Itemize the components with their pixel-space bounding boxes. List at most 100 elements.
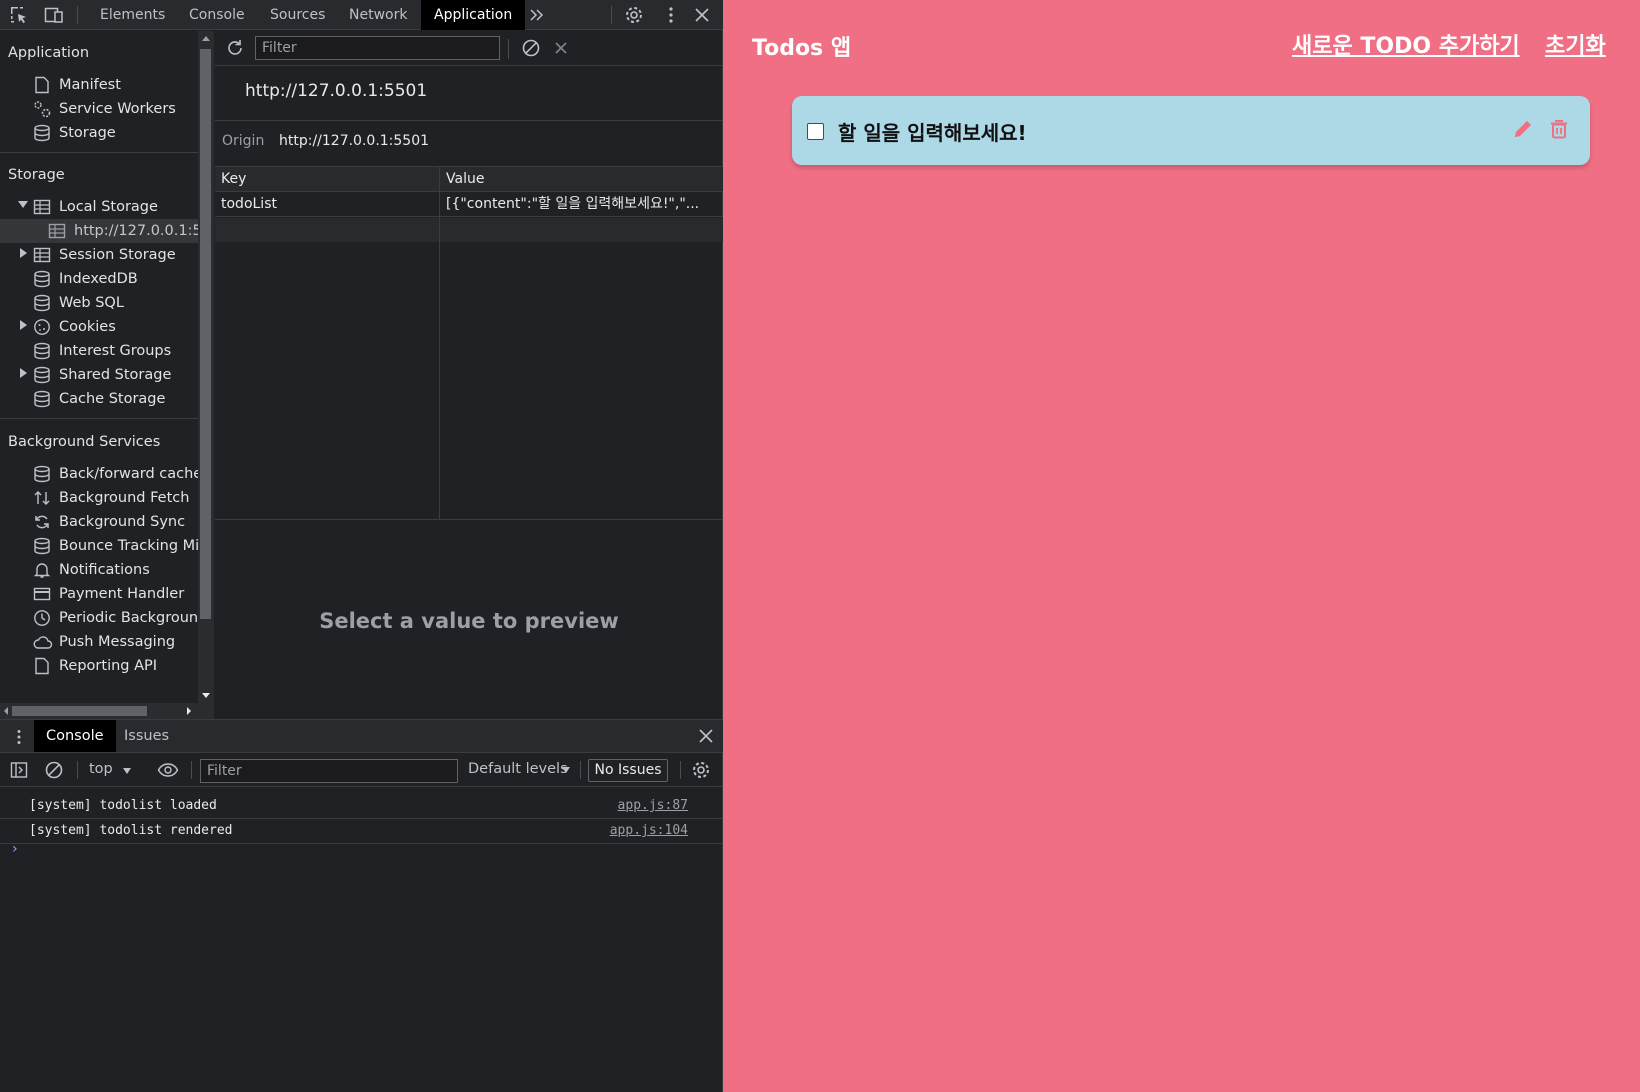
device-toolbar-icon[interactable] [44, 5, 64, 25]
sidebar-item-label: Session Storage [59, 247, 176, 263]
sidebar-item-label: IndexedDB [59, 271, 138, 287]
more-tabs-chevron-icon[interactable] [527, 5, 547, 25]
origin-value: http://127.0.0.1:5501 [279, 133, 430, 149]
scroll-right-arrow-icon[interactable] [187, 707, 191, 715]
console-settings-gear-icon[interactable] [691, 760, 711, 784]
devtools-tabbar: Elements Console Sources Network Applica… [0, 0, 723, 30]
sidebar-item-label: Storage [59, 125, 116, 141]
sidebar-item-label: Reporting API [59, 658, 158, 674]
tab-console[interactable]: Console [176, 0, 258, 30]
database-icon [34, 465, 50, 483]
tab-sources[interactable]: Sources [257, 0, 338, 30]
clear-all-icon[interactable] [521, 38, 541, 62]
divider [508, 39, 509, 59]
sidebar-header-storage: Storage [8, 167, 65, 183]
context-selector[interactable]: top [89, 761, 113, 777]
sync-icon [35, 515, 49, 529]
origin-title: http://127.0.0.1:5501 [245, 81, 428, 101]
drawer-tabbar: Console Issues [0, 719, 723, 753]
console-log-entry: [system] todolist loaded app.js:87 [0, 794, 723, 819]
collapsed-arrow-icon[interactable] [20, 248, 27, 258]
dropdown-caret-icon[interactable] [123, 768, 131, 774]
divider [77, 761, 78, 779]
collapsed-arrow-icon[interactable] [20, 368, 27, 378]
delete-selected-icon[interactable] [553, 40, 569, 60]
reset-link[interactable]: 초기화 [1545, 28, 1606, 60]
clock-icon [34, 610, 50, 626]
sidebar-header-background-services: Background Services [8, 434, 161, 450]
storage-main-view: Filter http://127.0.0.1:5501 Origin http… [215, 31, 723, 719]
inspect-element-icon[interactable] [9, 5, 29, 25]
sidebar-item-label: Background Fetch [59, 490, 190, 506]
todo-checkbox[interactable] [807, 123, 824, 140]
database-icon [34, 124, 50, 142]
log-levels-dropdown[interactable]: Default levels [468, 761, 568, 777]
sidebar-vertical-scrollbar[interactable] [198, 31, 214, 719]
database-icon [34, 537, 50, 555]
sidebar-item-label: Background Sync [59, 514, 186, 530]
live-expression-eye-icon[interactable] [157, 761, 179, 783]
database-icon [34, 342, 50, 360]
tab-network[interactable]: Network [336, 0, 420, 30]
collapsed-arrow-icon[interactable] [20, 320, 27, 330]
column-header-value[interactable]: Value [446, 167, 484, 192]
drawer-tab-console[interactable]: Console [34, 720, 116, 752]
refresh-icon[interactable] [225, 38, 245, 62]
sidebar-item-label: Web SQL [59, 295, 124, 311]
cookie-icon [34, 319, 50, 335]
divider [680, 761, 681, 779]
console-filter-input[interactable]: Filter [200, 759, 458, 783]
close-devtools-icon[interactable] [692, 5, 712, 25]
log-message: [system] todolist loaded [29, 798, 217, 813]
show-sidebar-icon[interactable] [10, 761, 28, 783]
log-source-link[interactable]: app.js:104 [610, 823, 688, 838]
sidebar-divider [0, 152, 198, 153]
table-icon [48, 223, 66, 239]
origin-row: Origin http://127.0.0.1:5501 [215, 120, 723, 165]
bell-icon [33, 563, 51, 578]
table-row[interactable]: todoList [{"content":"할 일을 입력해보세요!","... [215, 192, 723, 217]
scroll-down-arrow-icon[interactable] [202, 693, 210, 698]
sidebar-item-label: Back/forward cache [59, 466, 198, 482]
sidebar-item-label: Periodic Background [59, 610, 198, 626]
close-drawer-icon[interactable] [698, 728, 714, 748]
console-prompt[interactable]: › [12, 841, 18, 857]
scroll-left-arrow-icon[interactable] [4, 707, 8, 715]
column-header-key[interactable]: Key [221, 167, 246, 192]
sidebar-item-label: Notifications [59, 562, 150, 578]
table-row-empty[interactable] [215, 218, 723, 242]
sidebar-horizontal-scrollbar[interactable] [0, 703, 198, 719]
cloud-icon [33, 636, 53, 649]
origin-label: Origin [222, 133, 265, 149]
divider [77, 6, 78, 24]
storage-filter-input[interactable]: Filter [255, 36, 500, 60]
settings-gear-icon[interactable] [624, 5, 644, 25]
drawer-tab-issues[interactable]: Issues [112, 720, 181, 752]
divider [580, 761, 581, 779]
tab-elements[interactable]: Elements [87, 0, 178, 30]
more-options-kebab-icon[interactable] [661, 5, 681, 25]
dropdown-caret-icon[interactable] [562, 767, 570, 773]
console-toolbar: top Filter Default levels No Issues [0, 753, 723, 787]
scrollbar-thumb[interactable] [12, 706, 147, 716]
edit-pencil-icon[interactable] [1512, 118, 1534, 144]
log-message: [system] todolist rendered [29, 823, 233, 838]
clear-console-icon[interactable] [44, 760, 64, 784]
add-todo-link[interactable]: 새로운 TODO 추가하기 [1292, 28, 1520, 60]
expanded-arrow-icon[interactable] [18, 201, 28, 208]
key-value-table: Key Value todoList [{"content":"할 일을 입력해… [215, 166, 723, 520]
scroll-up-arrow-icon[interactable] [202, 36, 210, 41]
sidebar-item-label: Manifest [59, 77, 121, 93]
tab-application[interactable]: Application [421, 0, 526, 30]
log-source-link[interactable]: app.js:87 [618, 798, 688, 813]
scrollbar-thumb[interactable] [200, 49, 211, 619]
row-key: todoList [221, 196, 277, 212]
drawer-menu-kebab-icon[interactable] [10, 728, 28, 750]
table-header: Key Value [215, 167, 723, 192]
no-issues-button[interactable]: No Issues [588, 759, 668, 782]
sidebar-item-label: Push Messaging [59, 634, 176, 650]
todo-content: 할 일을 입력해보세요! [838, 121, 1027, 145]
sidebar-item-label: http://127.0.0.1:5501 [74, 223, 198, 239]
delete-trash-icon[interactable] [1548, 118, 1570, 144]
sidebar-item-label: Payment Handler [59, 586, 185, 602]
